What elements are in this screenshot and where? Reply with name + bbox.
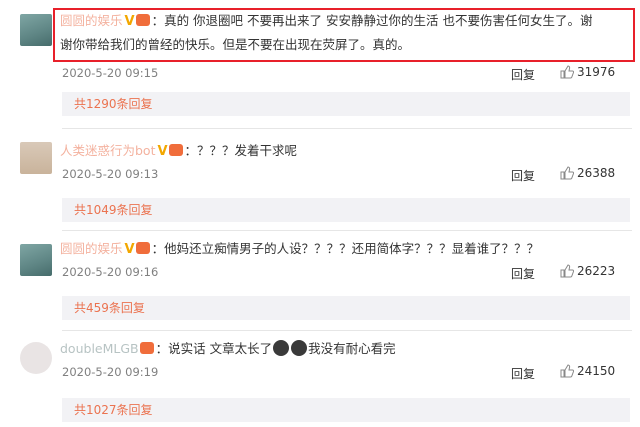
view-replies-label: 共1027条回复: [74, 403, 153, 417]
avatar[interactable]: [20, 142, 52, 174]
like-button[interactable]: 24150: [560, 364, 615, 378]
v-badge-icon: V: [124, 14, 135, 29]
thumbs-up-icon: [560, 364, 575, 378]
divider: [62, 128, 632, 129]
avatar[interactable]: [20, 244, 52, 276]
thumbs-up-icon: [560, 65, 575, 79]
view-replies-label: 共1290条回复: [74, 97, 153, 111]
comment-time: 2020-5-20 09:16: [62, 265, 159, 279]
comment-time: 2020-5-20 09:19: [62, 365, 159, 379]
comment-time: 2020-5-20 09:13: [62, 167, 159, 181]
view-replies-link[interactable]: 共459条回复: [62, 296, 630, 320]
username-link[interactable]: 人类迷惑行为bot: [60, 143, 155, 158]
view-replies-link[interactable]: 共1027条回复: [62, 398, 630, 422]
fan-badge-icon: [139, 342, 154, 354]
like-count: 31976: [577, 65, 616, 79]
v-badge-icon: V: [157, 144, 168, 159]
view-replies-label: 共459条回复: [74, 301, 145, 315]
comment-text: ：真的 你退圈吧 不要再出来了 安安静静过你的生活 也不要伤害任何女生了。谢: [151, 13, 593, 28]
comment-item: 圆圆的娱乐 V ：真的 你退圈吧 不要再出来了 安安静静过你的生活 也不要伤害任何女…: [0, 0, 640, 116]
v-badge-icon: V: [124, 242, 135, 257]
view-replies-label: 共1049条回复: [74, 203, 153, 217]
comment-item: 圆圆的娱乐 V ：他妈还立痴情男子的人设？？？？还用简体字？？？显着谁了？？？ 20…: [0, 232, 640, 324]
comment-text: ：他妈还立痴情男子的人设？？？？还用简体字？？？显着谁了？？？: [151, 241, 540, 256]
reply-button[interactable]: 回复: [511, 265, 535, 282]
crying-emoji-icon: [291, 340, 308, 356]
like-button[interactable]: 31976: [560, 65, 615, 79]
comment-body: 圆圆的娱乐 V ：他妈还立痴情男子的人设？？？？还用简体字？？？显着谁了？？？: [60, 238, 630, 261]
fan-badge-icon: [168, 144, 183, 156]
divider: [62, 330, 632, 331]
username-link[interactable]: 圆圆的娱乐: [60, 13, 123, 28]
view-replies-link[interactable]: 共1049条回复: [62, 198, 630, 222]
crying-emoji-icon: [273, 340, 290, 356]
divider: [62, 230, 632, 231]
comment-text: 我没有耐心看完: [308, 341, 396, 356]
username-link[interactable]: 圆圆的娱乐: [60, 241, 123, 256]
username-link[interactable]: doubleMLGB: [60, 341, 139, 356]
reply-button[interactable]: 回复: [511, 66, 535, 83]
reply-button[interactable]: 回复: [511, 365, 535, 382]
comment-text: ：？？？发着干求呢: [184, 143, 298, 158]
comment-item: doubleMLGB ：说实话 文章太长了 我没有耐心看完 2020-5-20 09…: [0, 332, 640, 427]
avatar[interactable]: [20, 14, 52, 46]
like-button[interactable]: 26223: [560, 264, 615, 278]
comment-body: 圆圆的娱乐 V ：真的 你退圈吧 不要再出来了 安安静静过你的生活 也不要伤害任何女…: [60, 10, 630, 33]
thumbs-up-icon: [560, 264, 575, 278]
comment-text: ：说实话 文章太长了: [155, 341, 273, 356]
like-button[interactable]: 26388: [560, 166, 615, 180]
thumbs-up-icon: [560, 166, 575, 180]
reply-button[interactable]: 回复: [511, 167, 535, 184]
like-count: 24150: [577, 364, 616, 378]
comment-time: 2020-5-20 09:15: [62, 66, 159, 80]
like-count: 26388: [577, 166, 616, 180]
comment-body: doubleMLGB ：说实话 文章太长了 我没有耐心看完: [60, 338, 630, 360]
comment-body: 人类迷惑行为bot V ：？？？发着干求呢: [60, 140, 630, 163]
comment-item: 人类迷惑行为bot V ：？？？发着干求呢 2020-5-20 09:13 回复 2…: [0, 130, 640, 230]
fan-badge-icon: [135, 242, 150, 254]
like-count: 26223: [577, 264, 616, 278]
comment-text-continued: 谢你带给我们的曾经的快乐。但是不要在出现在荧屏了。真的。: [60, 34, 630, 56]
view-replies-link[interactable]: 共1290条回复: [62, 92, 630, 116]
fan-badge-icon: [135, 14, 150, 26]
avatar[interactable]: [20, 342, 52, 374]
comment-text: 谢你带给我们的曾经的快乐。但是不要在出现在荧屏了。真的。: [60, 37, 411, 52]
